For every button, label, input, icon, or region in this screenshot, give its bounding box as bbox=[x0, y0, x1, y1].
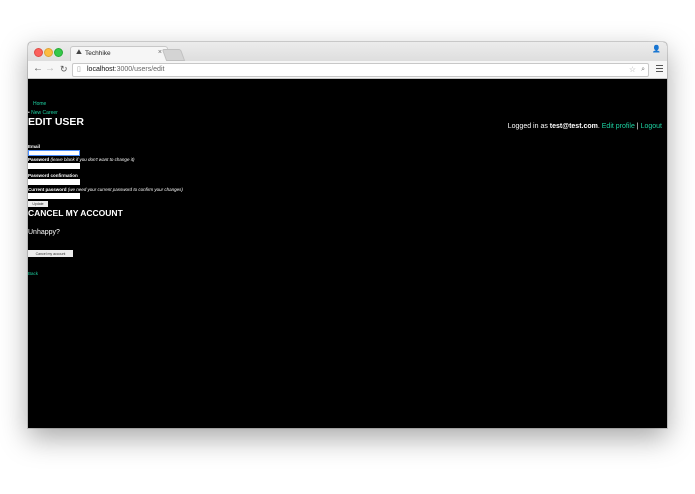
account-period: . bbox=[597, 123, 600, 130]
current-password-hint: (we need your current password to confir… bbox=[67, 187, 183, 192]
back-link[interactable]: Back bbox=[28, 271, 38, 276]
password-label: Password bbox=[28, 157, 50, 162]
search-icon[interactable]: ⌕ bbox=[641, 64, 645, 76]
tab-title: Techhike bbox=[85, 50, 111, 57]
url-host: localhost bbox=[87, 66, 115, 73]
page-title: EDIT USER bbox=[28, 116, 85, 128]
back-arrow-icon[interactable]: ← bbox=[33, 63, 43, 75]
forward-arrow-icon[interactable]: → bbox=[45, 63, 55, 75]
password-confirmation-label: Password confirmation bbox=[28, 173, 78, 178]
address-bar[interactable]: ▯ localhost:3000/users/edit ☆ ⌕ bbox=[72, 63, 649, 77]
password-hint: (leave blank if you don't want to change… bbox=[50, 157, 135, 162]
current-password-label: Current password bbox=[28, 187, 67, 192]
browser-tab[interactable]: ⛰ Techhike × bbox=[70, 46, 168, 62]
email-field[interactable] bbox=[28, 150, 80, 156]
update-button[interactable]: Update bbox=[28, 201, 48, 207]
favicon-icon: ⛰ bbox=[76, 49, 82, 56]
reload-icon[interactable]: ↻ bbox=[60, 63, 68, 75]
edit-profile-link[interactable]: Edit profile bbox=[602, 123, 635, 130]
account-separator: | bbox=[636, 123, 639, 130]
user-email: test@test.com bbox=[549, 123, 598, 130]
unhappy-text: Unhappy? bbox=[28, 229, 60, 236]
url-text: localhost:3000/users/edit bbox=[87, 64, 164, 76]
current-password-field[interactable] bbox=[28, 193, 80, 199]
zoom-window-button[interactable] bbox=[54, 48, 63, 57]
profile-icon[interactable]: 👤 bbox=[652, 45, 661, 53]
page-content: Home • New Career EDIT USER Logged in as… bbox=[28, 79, 667, 428]
bookmark-star-icon[interactable]: ☆ bbox=[629, 64, 636, 76]
logout-link[interactable]: Logout bbox=[641, 123, 662, 130]
password-field[interactable] bbox=[28, 163, 80, 169]
cancel-account-button[interactable]: Cancel my account bbox=[28, 250, 73, 257]
page-icon: ▯ bbox=[77, 66, 81, 73]
password-label-row: Password (leave blank if you don't want … bbox=[28, 157, 134, 162]
email-label: Email bbox=[28, 144, 41, 149]
logged-in-prefix: Logged in as bbox=[507, 123, 548, 130]
password-confirmation-field[interactable] bbox=[28, 179, 80, 185]
account-status: Logged in as test@test.com. Edit profile… bbox=[508, 123, 662, 130]
cancel-account-heading: CANCEL MY ACCOUNT bbox=[28, 208, 123, 218]
url-path: :3000/users/edit bbox=[114, 66, 165, 73]
close-window-button[interactable] bbox=[34, 48, 43, 57]
new-tab-button[interactable] bbox=[161, 49, 186, 61]
title-bar: ⛰ Techhike × 👤 bbox=[28, 42, 667, 62]
minimize-window-button[interactable] bbox=[44, 48, 53, 57]
browser-window: ⛰ Techhike × 👤 ← → ↻ ▯ localhost:3000/us… bbox=[28, 42, 667, 428]
nav-home-link[interactable]: Home bbox=[33, 101, 46, 107]
current-password-label-row: Current password (we need your current p… bbox=[28, 187, 183, 192]
browser-toolbar: ← → ↻ ▯ localhost:3000/users/edit ☆ ⌕ bbox=[28, 61, 667, 79]
hamburger-menu-icon[interactable] bbox=[656, 65, 663, 72]
